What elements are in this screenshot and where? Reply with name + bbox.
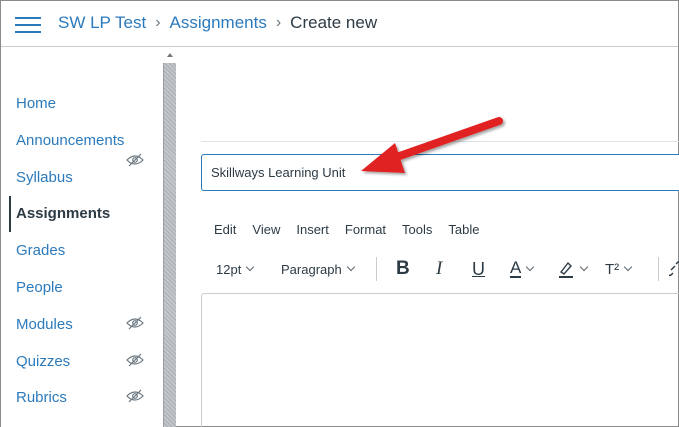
breadcrumb-assignments[interactable]: Assignments xyxy=(170,13,267,33)
link-icon xyxy=(669,261,679,277)
sidebar-scrollbar[interactable] xyxy=(163,63,176,427)
toolbar-divider xyxy=(658,257,659,281)
breadcrumb-separator: › xyxy=(155,14,161,31)
text-color-button[interactable]: A xyxy=(510,253,535,285)
block-format-dropdown[interactable]: Paragraph xyxy=(281,253,355,285)
nav-item-home[interactable]: Home xyxy=(16,95,56,112)
nav-item-rubrics[interactable]: Rubrics xyxy=(16,389,67,406)
superscript-icon: T² xyxy=(605,260,620,278)
nav-item-syllabus[interactable]: Syllabus xyxy=(16,169,73,186)
block-format-value: Paragraph xyxy=(281,261,342,277)
menu-view[interactable]: View xyxy=(252,222,280,237)
assignment-title-input[interactable] xyxy=(201,154,679,191)
italic-button[interactable]: I xyxy=(436,253,442,285)
chevron-down-icon xyxy=(623,262,633,272)
nav-item-announcements[interactable]: Announcements xyxy=(16,132,124,149)
underline-button[interactable]: U xyxy=(472,253,485,285)
chevron-down-icon xyxy=(246,262,255,272)
breadcrumb-current: Create new xyxy=(290,13,378,32)
superscript-button[interactable]: T² xyxy=(605,253,633,285)
chevron-down-icon xyxy=(346,262,355,272)
breadcrumb-course[interactable]: SW LP Test xyxy=(58,13,146,33)
scrollbar-up-arrow[interactable] xyxy=(163,47,176,63)
text-color-icon: A xyxy=(510,258,522,278)
nav-item-modules[interactable]: Modules xyxy=(16,316,73,333)
menu-table[interactable]: Table xyxy=(448,222,479,237)
nav-item-people[interactable]: People xyxy=(16,279,63,296)
menu-tools[interactable]: Tools xyxy=(402,222,432,237)
font-size-dropdown[interactable]: 12pt xyxy=(216,253,255,285)
eye-slash-icon xyxy=(126,316,144,330)
menu-format[interactable]: Format xyxy=(345,222,386,237)
breadcrumb: SW LP Test › Assignments › Create new xyxy=(58,13,377,33)
breadcrumb-separator: › xyxy=(275,14,282,31)
course-header: SW LP Test › Assignments › Create new xyxy=(1,1,678,47)
hamburger-menu-icon[interactable] xyxy=(15,15,41,35)
nav-item-assignments[interactable]: Assignments xyxy=(16,205,110,222)
toolbar-divider xyxy=(376,257,377,281)
eye-slash-icon xyxy=(126,353,144,367)
chevron-down-icon xyxy=(526,262,535,272)
highlight-color-button[interactable] xyxy=(557,253,589,285)
bold-button[interactable]: B xyxy=(396,253,410,285)
editor-toolbar: 12pt Paragraph B I U A T² xyxy=(201,253,679,285)
eye-slash-icon xyxy=(126,389,144,403)
nav-item-grades[interactable]: Grades xyxy=(16,242,65,259)
editor-menubar: Edit View Insert Format Tools Table xyxy=(214,222,495,237)
rich-content-editor[interactable] xyxy=(201,293,679,427)
section-divider xyxy=(201,141,679,142)
course-navigation: Home Announcements Syllabus Assignments … xyxy=(1,48,163,427)
menu-edit[interactable]: Edit xyxy=(214,222,236,237)
link-button[interactable] xyxy=(669,253,679,285)
highlight-icon xyxy=(559,261,573,278)
menu-insert[interactable]: Insert xyxy=(296,222,329,237)
nav-item-quizzes[interactable]: Quizzes xyxy=(16,353,70,370)
eye-slash-icon xyxy=(126,153,144,167)
font-size-value: 12pt xyxy=(216,261,242,277)
active-indicator xyxy=(9,196,11,232)
chevron-down-icon xyxy=(579,262,589,272)
